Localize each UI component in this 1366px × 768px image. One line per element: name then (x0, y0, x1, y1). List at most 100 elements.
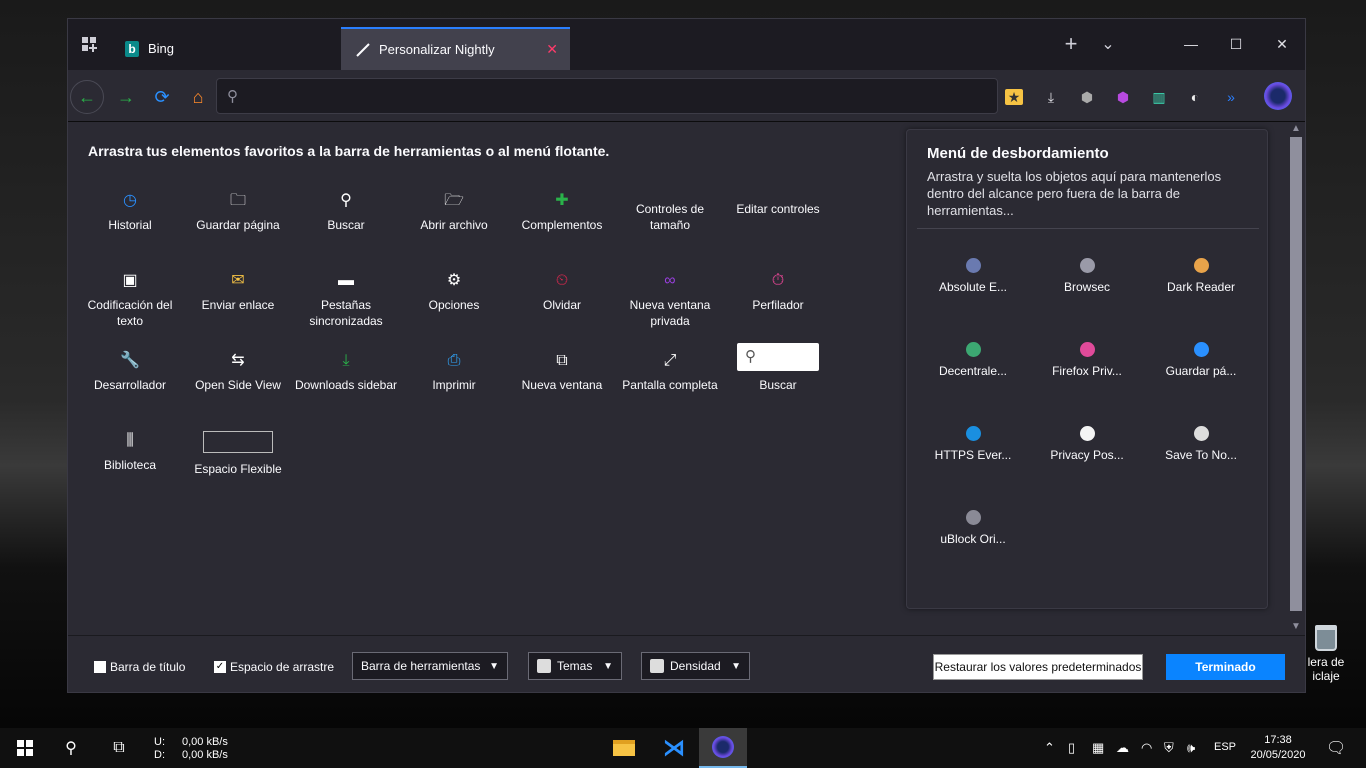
scroll-up-icon[interactable]: ▲ (1288, 123, 1304, 134)
palette-item-espacio-flexible[interactable]: Espacio Flexible (184, 431, 292, 477)
complementos-icon: ✚ (555, 192, 569, 209)
wifi-icon[interactable]: ◠ (1141, 740, 1152, 756)
close-tab-icon[interactable]: ✕ (546, 41, 558, 58)
palette-item-enviar-enlace[interactable]: ✉ Enviar enlace (184, 271, 292, 313)
volume-icon[interactable]: 🕪 (1187, 740, 1195, 756)
biblioteca-icon: ⫼ (126, 432, 134, 449)
paintbrush-icon (355, 42, 371, 58)
overflow-item-absolute-e[interactable]: Absolute E... (919, 256, 1027, 294)
overflow-item-https-ever[interactable]: HTTPS Ever... (919, 424, 1027, 462)
overflow-item-save-to-no[interactable]: Save To No... (1147, 424, 1255, 462)
privacy-pos-icon-shape (1079, 425, 1095, 441)
overflow-item-decentrale[interactable]: Decentrale... (919, 340, 1027, 378)
shield-extension-icon[interactable]: ⬢ (1076, 86, 1098, 108)
drag-space-checkbox[interactable]: ✓ Espacio de arrastre (214, 660, 334, 674)
palette-item-pesta-as-sincronizadas[interactable]: ▬ Pestañas sincronizadas (292, 271, 400, 329)
overflow-item-firefox-priv[interactable]: Firefox Priv... (1033, 340, 1141, 378)
palette-item-downloads-sidebar[interactable]: ⤓ Downloads sidebar (292, 351, 400, 393)
tab-customize-label: Personalizar Nightly (379, 42, 495, 57)
scroll-down-icon[interactable]: ▼ (1288, 621, 1304, 632)
overflow-item-privacy-pos[interactable]: Privacy Pos... (1033, 424, 1141, 462)
palette-item-guardar-p-gina[interactable]: 🗀 Guardar página (184, 191, 292, 233)
language-indicator[interactable]: ESP (1214, 741, 1236, 753)
themes-icon (537, 659, 551, 673)
vscode-icon[interactable]: ⋊ (650, 728, 698, 768)
title-bar-checkbox[interactable]: Barra de título (94, 660, 185, 674)
clock[interactable]: 17:38 20/05/2020 (1246, 733, 1310, 763)
chevron-up-icon[interactable]: ⌃ (1044, 740, 1055, 756)
file-explorer-icon[interactable] (600, 728, 648, 768)
palette-item-pantalla-completa[interactable]: ⤢ Pantalla completa (616, 351, 724, 393)
restore-defaults-button[interactable]: Restaurar los valores predeterminados (933, 654, 1143, 680)
url-bar[interactable]: ⚲ (216, 78, 998, 114)
palette-item-biblioteca[interactable]: ⫼ Biblioteca (76, 431, 184, 473)
overflow-divider (917, 228, 1259, 229)
nightly-taskbar-icon[interactable] (699, 728, 747, 768)
palette-item-olvidar[interactable]: ⏲ Olvidar (508, 271, 616, 313)
defender-shield-icon[interactable]: ⛨ (1164, 740, 1174, 756)
overflow-item-guardar-p[interactable]: Guardar pá... (1147, 340, 1255, 378)
palette-item-opciones[interactable]: ⚙ Opciones (400, 271, 508, 313)
palette-item-complementos[interactable]: ✚ Complementos (508, 191, 616, 233)
search-icon[interactable]: ⚲ (48, 728, 94, 768)
minimize-button[interactable]: — (1168, 33, 1214, 55)
palette-scrollbar[interactable]: ▲ ▼ (1288, 123, 1304, 633)
close-window-button[interactable]: ✕ (1259, 33, 1305, 55)
browsec-icon (1033, 256, 1141, 274)
app-tray-icon[interactable]: ▦ (1092, 740, 1104, 756)
themes-label: Temas (557, 659, 593, 673)
overflow-item-dark-reader[interactable]: Dark Reader (1147, 256, 1255, 294)
list-all-tabs-button[interactable]: ⌄ (1095, 31, 1121, 57)
palette-item-abrir-archivo[interactable]: 🗁 Abrir archivo (400, 191, 508, 233)
sidebar-extension-icon[interactable]: ▥ (1148, 86, 1170, 108)
palette-item-label: Controles de tamaño (635, 202, 705, 232)
palette-item-codificaci-n-del-texto[interactable]: ▣ Codificación del texto (76, 271, 184, 329)
notification-icon[interactable]: 🗨 (1326, 738, 1346, 758)
apps-grid-icon[interactable] (76, 31, 102, 57)
downloads-icon[interactable]: ⤓ (1040, 86, 1062, 108)
density-dropdown[interactable]: Densidad ▼ (641, 652, 750, 680)
customize-palette: Arrastra tus elementos favoritos a la ba… (68, 123, 906, 633)
nightly-logo-icon[interactable] (1264, 82, 1292, 110)
browsec-icon-shape (1079, 257, 1095, 273)
palette-item-nueva-ventana[interactable]: ⧉ Nueva ventana (508, 351, 616, 393)
scroll-thumb[interactable] (1290, 137, 1302, 611)
palette-item-editar-controles[interactable]: Editar controles (724, 191, 832, 217)
windows-start-icon[interactable] (2, 728, 48, 768)
reload-button[interactable]: ⟳ (145, 80, 179, 114)
palette-item-buscar[interactable]: ⚲ Buscar (292, 191, 400, 233)
done-button[interactable]: Terminado (1166, 654, 1285, 680)
palette-item-buscar-box[interactable]: ⚲ Buscar (724, 343, 832, 393)
ublock-ori-icon-shape (965, 509, 981, 525)
task-view-icon[interactable]: ⧉ (96, 728, 142, 768)
checkbox-checked[interactable]: ✓ (214, 661, 226, 673)
usb-icon[interactable]: ▯ (1068, 740, 1075, 756)
editar-controles-icon (724, 191, 832, 195)
palette-item-nueva-ventana-privada[interactable]: ∞ Nueva ventana privada (616, 271, 724, 329)
home-button[interactable]: ⌂ (181, 80, 215, 114)
palette-item-controles-de-tama-o[interactable]: Controles de tamaño (616, 191, 724, 233)
themes-dropdown[interactable]: Temas ▼ (528, 652, 622, 680)
checkbox-unchecked[interactable] (94, 661, 106, 673)
overflow-item-ublock-ori[interactable]: uBlock Ori... (919, 508, 1027, 546)
maximize-button[interactable]: ☐ (1213, 33, 1259, 55)
cloud-icon[interactable]: ☁ (1116, 740, 1129, 756)
toolbars-dropdown[interactable]: Barra de herramientas ▼ (352, 652, 508, 680)
palette-item-historial[interactable]: ◷ Historial (76, 191, 184, 233)
cube-extension-icon[interactable]: ⬢ (1112, 86, 1134, 108)
back-button[interactable]: ← (70, 80, 104, 114)
palette-item-perfilador[interactable]: ⏱ Perfilador (724, 271, 832, 313)
olvidar-icon: ⏲ (555, 272, 569, 289)
palette-item-desarrollador[interactable]: 🔧 Desarrollador (76, 351, 184, 393)
palette-item-imprimir[interactable]: ⎙ Imprimir (400, 351, 508, 393)
tab-bing[interactable]: b Bing (110, 27, 340, 70)
globe-extension-icon[interactable]: ◐ (1184, 86, 1206, 108)
palette-item-open-side-view[interactable]: ⇆ Open Side View (184, 351, 292, 393)
overflow-chevron-icon[interactable]: » (1220, 86, 1242, 108)
bookmark-star-icon[interactable]: ★ (1005, 89, 1023, 105)
palette-item-label: Codificación del texto (87, 298, 173, 328)
tab-customize[interactable]: Personalizar Nightly ✕ (341, 27, 570, 70)
overflow-item-browsec[interactable]: Browsec (1033, 256, 1141, 294)
forward-button[interactable]: → (109, 80, 143, 114)
new-tab-button[interactable]: + (1058, 31, 1084, 57)
